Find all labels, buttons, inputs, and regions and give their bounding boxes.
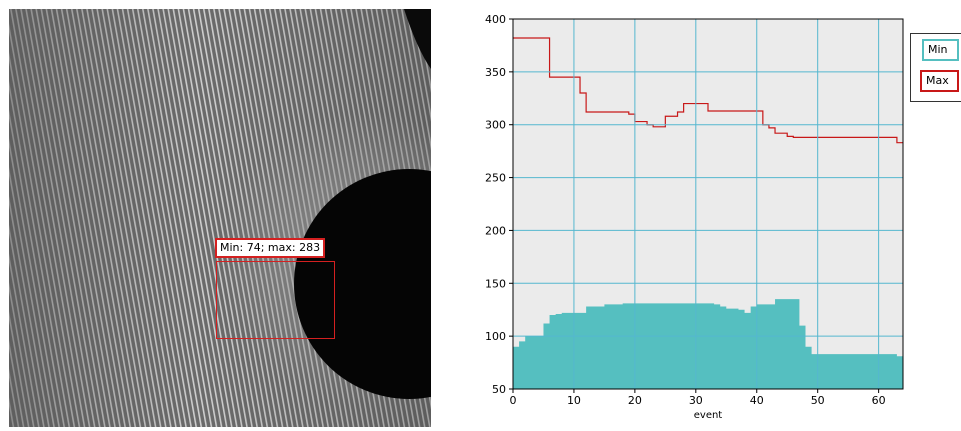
x-tick-label-60: 60 bbox=[872, 394, 886, 407]
x-tick-label-0: 0 bbox=[510, 394, 517, 407]
min-max-chart: 0 10 20 30 40 50 60 50 100 150 200 250 300 350 400 even… bbox=[470, 8, 961, 427]
x-tick-label-40: 40 bbox=[750, 394, 764, 407]
roi-label: Min: 74; max: 283 bbox=[215, 238, 326, 258]
chart-svg: 0 10 20 30 40 50 60 50 100 150 200 250 300 350 400 even… bbox=[485, 13, 904, 421]
y-tick-label-350: 350 bbox=[485, 66, 506, 79]
roi-rectangle[interactable] bbox=[216, 261, 335, 339]
x-axis-label: event bbox=[694, 410, 723, 421]
y-tick-label-300: 300 bbox=[485, 119, 506, 132]
x-tick-label-20: 20 bbox=[628, 394, 642, 407]
x-tick-label-10: 10 bbox=[567, 394, 581, 407]
y-tick-label-250: 250 bbox=[485, 172, 506, 185]
legend-max[interactable]: Max bbox=[920, 70, 959, 92]
y-tick-label-50: 50 bbox=[492, 383, 506, 396]
y-tick-label-100: 100 bbox=[485, 330, 506, 343]
x-tick-label-30: 30 bbox=[689, 394, 703, 407]
grayscale-fringe-image bbox=[9, 9, 431, 427]
y-tick-label-200: 200 bbox=[485, 224, 506, 237]
legend-min[interactable]: Min bbox=[922, 39, 959, 61]
x-tick-label-50: 50 bbox=[811, 394, 825, 407]
microscope-image-view[interactable] bbox=[9, 9, 431, 427]
y-tick-label-150: 150 bbox=[485, 277, 506, 290]
y-tick-label-400: 400 bbox=[485, 13, 506, 26]
